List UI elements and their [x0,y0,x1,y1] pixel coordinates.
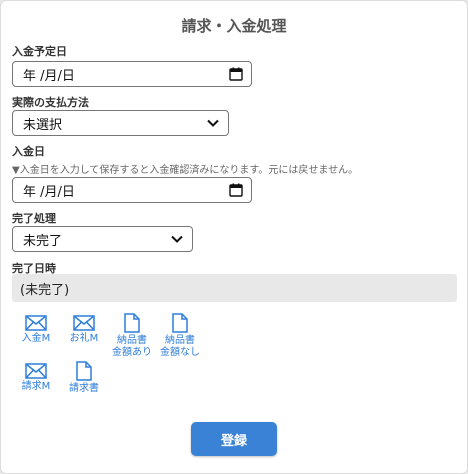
deposit-date-label: 入金日 [12,145,45,158]
completion-time-field: (未完了) [12,274,457,302]
completion-label: 完了処理 [12,212,56,225]
delivery-note-label: 納品書 [165,335,195,346]
document-icon [172,313,188,333]
register-button[interactable]: 登録 [191,422,277,456]
chevron-down-icon [207,119,219,127]
without-amount-label: 金額なし [160,347,200,358]
deposit-date-input[interactable]: 年 /月/日 [12,177,252,203]
deposit-mail-button[interactable]: 入金M [10,315,62,345]
payment-method-select[interactable]: 未選択 [12,110,229,136]
panel-title: 請求・入金処理 [181,17,287,35]
document-icon [76,361,92,381]
invoice-button[interactable]: 請求書 [58,361,110,395]
deposit-date-value: 年 /月/日 [23,184,75,200]
calendar-icon[interactable] [229,67,243,81]
billing-deposit-panel: 請求・入金処理 入金予定日 年 /月/日 実際の支払方法 未選択 入金日 ▼入金… [0,0,468,474]
deposit-due-value: 年 /月/日 [23,68,75,84]
with-amount-label: 金額あり [112,347,152,358]
deposit-due-date-input[interactable]: 年 /月/日 [12,61,252,87]
invoice-mail-label: 請求M [21,381,51,392]
mail-icon [25,315,47,331]
mail-icon [73,315,95,331]
thanks-mail-label: お礼M [69,333,99,344]
completion-select[interactable]: 未完了 [12,226,193,252]
chevron-down-icon [171,235,183,243]
calendar-icon[interactable] [229,183,243,197]
delivery-note-label: 納品書 [117,335,147,346]
deposit-due-label: 入金予定日 [12,45,67,58]
deposit-date-note: ▼入金日を入力して保存すると入金確認済みになります。元には戻せません。 [12,165,359,176]
invoice-label: 請求書 [69,383,99,394]
completion-value: 未完了 [23,233,63,249]
mail-icon [25,363,47,379]
deposit-mail-label: 入金M [21,333,51,344]
delivery-note-with-amount-button[interactable]: 納品書 金額あり [106,313,158,359]
delivery-note-without-amount-button[interactable]: 納品書 金額なし [154,313,206,359]
thanks-mail-button[interactable]: お礼M [58,315,110,345]
document-icon [124,313,140,333]
invoice-mail-button[interactable]: 請求M [10,363,62,393]
payment-method-value: 未選択 [23,117,63,133]
completion-time-value: (未完了) [20,282,70,298]
payment-method-label: 実際の支払方法 [12,96,89,109]
